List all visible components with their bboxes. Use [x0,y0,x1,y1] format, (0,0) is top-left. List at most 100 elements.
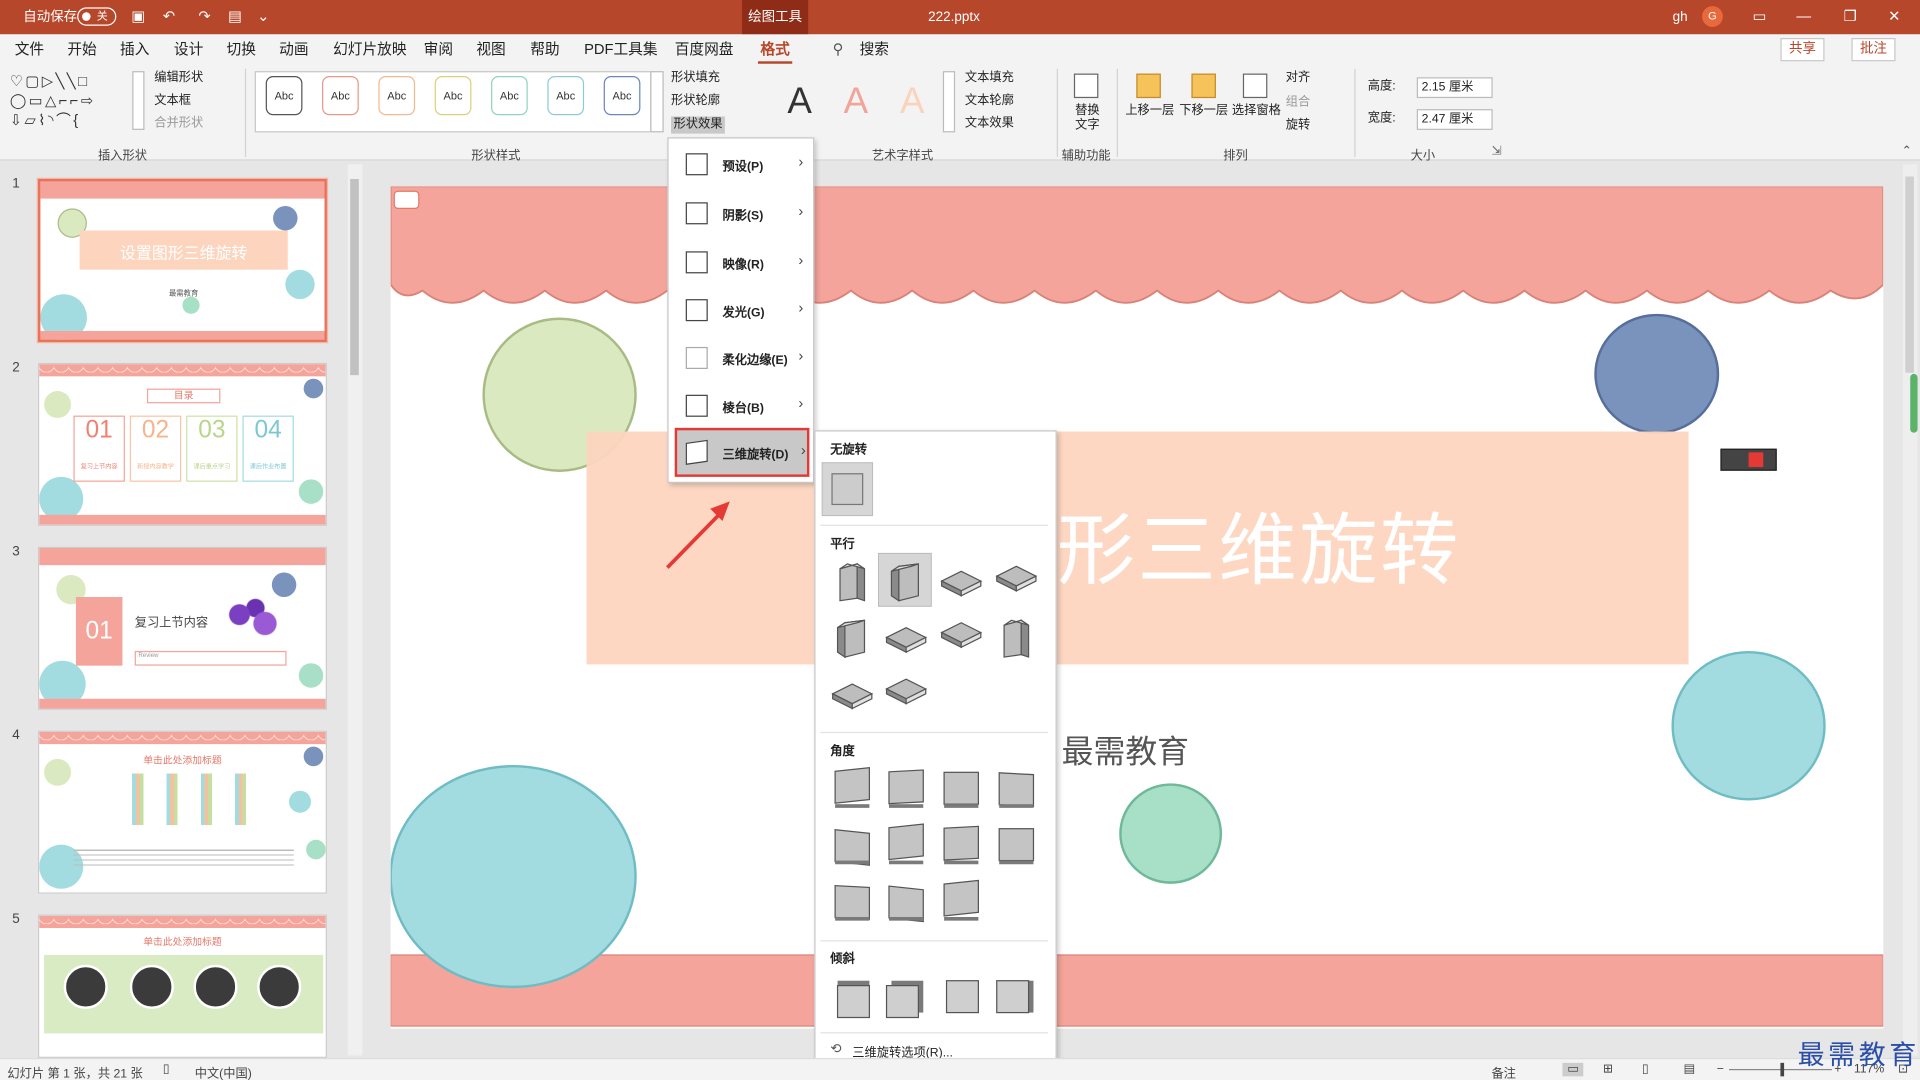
present-icon[interactable]: ▤ [227,7,244,24]
send-backward-button[interactable]: 下移一层 [1179,104,1228,119]
style-preset-3[interactable]: Abc [378,76,416,116]
collapse-ribbon-icon[interactable]: ⌃ [1902,145,1912,160]
shape-fill-button[interactable]: 形状填充 [671,71,720,86]
selection-pane-icon[interactable] [1242,73,1268,99]
bring-forward-icon[interactable] [1136,73,1161,99]
rotation-option-perspective[interactable] [825,819,876,870]
menu-item-reflection[interactable]: 映像(R) › [669,239,813,286]
menu-item-bevel[interactable]: 棱台(B) › [669,382,813,429]
rotation-option-oblique[interactable] [825,971,876,1022]
redo-icon[interactable]: ↷ [196,7,213,24]
rotation-option-parallel[interactable] [879,667,930,718]
style-gallery-scroll[interactable] [650,71,664,133]
rotation-option-parallel[interactable] [879,610,930,661]
tab-insert[interactable]: 插入 [120,40,149,57]
language-indicator[interactable]: 中文(中国) [195,1063,252,1080]
shape-outline-button[interactable]: 形状轮廓 [671,94,720,109]
group-button[interactable]: 组合 [1286,96,1310,111]
user-name[interactable]: gh [1673,9,1688,26]
gallery-scroll[interactable] [132,71,145,130]
rotation-option-parallel[interactable] [934,610,985,661]
save-icon[interactable]: ▣ [130,7,147,24]
menu-item-3d-rotation[interactable]: 三维旋转(D) › [674,427,810,477]
tab-slideshow[interactable]: 幻灯片放映 [333,40,406,57]
tab-transitions[interactable]: 切换 [227,40,256,57]
avatar[interactable]: G [1702,6,1723,27]
zoom-out-icon[interactable]: − [1717,1063,1724,1076]
text-effects-button[interactable]: 文本效果 [965,116,1014,131]
thumbnail-scrollbar[interactable] [347,164,363,1056]
slide-thumb-3[interactable]: 01 复习上节内容 Review [37,546,327,710]
minimize-icon[interactable]: — [1795,7,1812,24]
alt-text-label-1[interactable]: 替换 [1075,104,1099,119]
rotation-option-parallel[interactable] [934,554,985,605]
tab-animations[interactable]: 动画 [279,40,308,57]
rotation-option-none[interactable] [821,462,874,517]
normal-view-icon[interactable]: ▭ [1562,1062,1584,1077]
tab-design[interactable]: 设计 [174,40,203,57]
slide-thumb-4[interactable]: 单击此处添加标题 [37,730,327,894]
rotate-button[interactable]: 旋转 [1286,119,1310,134]
scroll-indicator[interactable] [1910,373,1918,433]
send-backward-icon[interactable] [1191,73,1216,99]
ime-toolbar[interactable] [1720,448,1777,471]
close-icon[interactable]: ✕ [1886,7,1903,24]
rotation-option-perspective[interactable] [879,875,930,926]
rotation-option-parallel[interactable] [825,667,876,718]
merge-shapes-button[interactable]: 合并形状 [154,116,203,131]
selection-pane-button[interactable]: 选择窗格 [1232,104,1281,119]
height-field[interactable]: 2.15 厘米 [1416,77,1493,99]
rotation-option-perspective[interactable] [989,763,1040,814]
canvas-scrollbar[interactable] [1902,164,1918,1056]
wordart-gallery-scroll[interactable] [942,71,956,133]
menu-item-soft-edges[interactable]: 柔化边缘(E) › [669,335,813,382]
style-preset-7[interactable]: Abc [603,76,641,116]
share-button[interactable]: 共享 [1780,38,1825,62]
rotation-option-oblique[interactable] [989,971,1040,1022]
wordart-style-3[interactable]: A [900,81,925,123]
slideshow-view-icon[interactable]: ▤ [1684,1063,1696,1076]
width-field[interactable]: 2.47 厘米 [1416,109,1493,130]
shape-gallery[interactable]: ♡▢▷╲╲□ ◯▭△⌐⌐⇨ ⇩▱⌇◝⌒{ [10,71,132,132]
rotation-option-oblique[interactable] [879,971,930,1022]
text-outline-button[interactable]: 文本轮廓 [965,94,1014,109]
style-preset-4[interactable]: Abc [434,76,472,116]
rotation-option-parallel[interactable] [825,554,876,605]
menu-item-shadow[interactable]: 阴影(S) › [669,190,813,237]
slide-subtitle[interactable]: 最需教育 [1062,727,1189,772]
text-box-button[interactable]: 文本框 [154,94,191,109]
menu-item-glow[interactable]: 发光(G) › [669,287,813,334]
edit-shape-button[interactable]: 编辑形状 [154,71,203,86]
shape-effects-button[interactable]: 形状效果 [671,116,725,134]
style-preset-2[interactable]: Abc [322,76,359,116]
menu-item-preset[interactable]: 预设(P) › [669,141,813,188]
rotation-option-perspective[interactable] [879,763,930,814]
rotation-option-parallel[interactable] [989,610,1040,661]
tab-baidu-netdisk[interactable]: 百度网盘 [675,40,734,57]
comments-button[interactable]: 批注 [1851,38,1896,62]
tab-pdf-tools[interactable]: PDF工具集 [584,40,657,57]
rotation-option-parallel[interactable] [877,552,932,607]
rotation-option-perspective[interactable] [934,875,985,926]
tab-home[interactable]: 开始 [67,40,96,57]
rotation-option-perspective[interactable] [825,875,876,926]
alt-text-label-2[interactable]: 文字 [1075,119,1099,134]
text-fill-button[interactable]: 文本填充 [965,71,1014,86]
slide-title[interactable]: 设置图形三维旋转 [587,508,1689,594]
style-preset-6[interactable]: Abc [547,76,585,116]
restore-icon[interactable]: ❐ [1842,7,1859,24]
bring-forward-button[interactable]: 上移一层 [1125,104,1174,119]
style-preset-1[interactable]: Abc [265,76,303,116]
rotation-option-perspective[interactable] [989,819,1040,870]
autosave-toggle[interactable]: 关 [77,7,117,26]
rotation-option-oblique[interactable] [934,971,985,1022]
tab-format[interactable]: 格式 [757,40,793,65]
notes-button[interactable]: 备注 [1491,1063,1515,1080]
spellcheck-icon[interactable]: ▯ [163,1063,170,1076]
search-icon[interactable]: ⚲ [833,40,844,57]
search-box[interactable]: 搜索 [860,40,889,57]
current-slide[interactable]: 设置图形三维旋转 最需教育 [390,186,1884,1029]
customize-qat-icon[interactable]: ⌄ [255,7,272,24]
reading-view-icon[interactable]: ▯ [1642,1063,1649,1076]
slide-thumb-2[interactable]: 目录 01 02 03 04 复习上节内容 新授内容教学 课后重点学习 课后作业… [37,362,327,526]
